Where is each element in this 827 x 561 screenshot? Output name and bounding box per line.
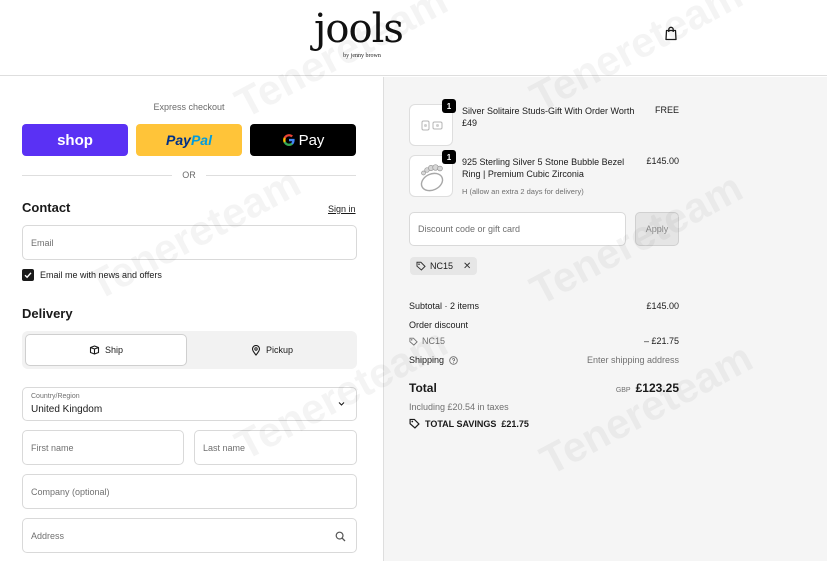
delivery-method-toggle: Ship Pickup <box>22 331 357 369</box>
item-name: Silver Solitaire Studs-Gift With Order W… <box>462 106 635 128</box>
newsletter-checkbox[interactable] <box>22 269 34 281</box>
taxes-note: Including £20.54 in taxes <box>409 402 509 412</box>
shipping-label: Shipping <box>409 355 445 365</box>
shipping-label-group: Shipping <box>409 355 458 365</box>
shipping-value: Enter shipping address <box>586 355 679 365</box>
discount-placeholder: Discount code or gift card <box>418 224 521 234</box>
or-divider: OR <box>22 169 356 181</box>
discount-detail-row: NC15 – £21.75 <box>409 336 679 346</box>
ship-label: Ship <box>104 345 123 355</box>
newsletter-option[interactable]: Email me with news and offers <box>22 269 162 281</box>
discount-code-input[interactable]: Discount code or gift card <box>409 212 626 246</box>
remove-discount-icon[interactable]: ✕ <box>463 261 471 272</box>
savings-row: TOTAL SAVINGS £21.75 <box>409 418 679 429</box>
company-placeholder: Company (optional) <box>31 486 110 497</box>
delivery-heading: Delivery <box>22 306 73 321</box>
subtotal-label: Subtotal · 2 items <box>409 301 480 311</box>
quantity-badge: 1 <box>442 99 456 113</box>
ship-option[interactable]: Ship <box>25 334 187 366</box>
taxes-row: Including £20.54 in taxes <box>409 402 679 412</box>
pickup-option[interactable]: Pickup <box>190 334 354 366</box>
item-name: 925 Sterling Silver 5 Stone Bubble Bezel… <box>462 157 625 179</box>
address-field[interactable]: Address <box>22 518 357 553</box>
google-pay-logo: Pay <box>282 131 325 149</box>
checkmark-icon <box>24 272 32 279</box>
savings-value: £21.75 <box>501 418 529 429</box>
item-variant: H (allow an extra 2 days for delivery) <box>462 187 584 196</box>
quantity-badge: 1 <box>442 150 456 164</box>
tag-icon <box>409 418 420 429</box>
tag-icon <box>409 337 418 346</box>
truck-icon <box>89 345 100 355</box>
newsletter-label: Email me with news and offers <box>40 270 162 280</box>
shipping-row: Shipping Enter shipping address <box>409 355 679 365</box>
express-checkout-label: Express checkout <box>153 102 225 112</box>
chevron-down-icon <box>338 402 345 406</box>
address-placeholder: Address <box>31 530 65 541</box>
tag-icon <box>416 261 426 271</box>
cart-button[interactable] <box>660 22 682 44</box>
order-summary: 1 Silver Solitaire Studs-Gift With Order… <box>383 77 827 561</box>
total-value: £123.25 <box>635 381 679 395</box>
total-savings: TOTAL SAVINGS £21.75 <box>409 418 529 429</box>
google-pay-label: Pay <box>298 131 325 149</box>
total-amount: GBP £123.25 <box>616 381 679 395</box>
total-row: Total GBP £123.25 <box>409 381 679 395</box>
country-label: Country/Region <box>31 393 80 400</box>
email-placeholder: Email <box>31 237 54 248</box>
pickup-label: Pickup <box>265 345 293 355</box>
first-name-placeholder: First name <box>31 442 74 453</box>
contact-heading: Contact <box>22 200 71 215</box>
company-field[interactable]: Company (optional) <box>22 474 357 509</box>
order-discount-label: Order discount <box>409 320 469 330</box>
last-name-field[interactable]: Last name <box>194 430 357 465</box>
shop-pay-label: shop <box>57 131 93 149</box>
shop-pay-button[interactable]: shop <box>22 124 128 156</box>
search-icon[interactable] <box>335 531 346 542</box>
google-pay-button[interactable]: Pay <box>250 124 356 156</box>
country-value: United Kingdom <box>31 404 103 415</box>
last-name-placeholder: Last name <box>203 442 246 453</box>
discount-value: – £21.75 <box>643 336 679 346</box>
discount-code-line: NC15 <box>409 336 445 346</box>
logo-wordmark: jools <box>314 6 404 52</box>
discount-code-text: NC15 <box>422 336 446 346</box>
applied-discount-chip: NC15 ✕ <box>410 257 478 275</box>
google-g-icon <box>282 134 295 146</box>
shopping-bag-icon <box>665 26 677 40</box>
paypal-logo: PayPal <box>166 132 212 148</box>
order-discount-row: Order discount <box>409 320 679 330</box>
savings-label: TOTAL SAVINGS <box>425 418 497 429</box>
help-circle-icon[interactable] <box>449 355 458 365</box>
country-select[interactable]: Country/Region United Kingdom <box>22 387 357 421</box>
site-header: jools by jenny brown <box>0 0 827 76</box>
subtotal-value: £145.00 <box>646 301 679 311</box>
subtotal-row: Subtotal · 2 items £145.00 <box>409 301 679 311</box>
item-price: FREE <box>654 105 679 115</box>
checkout-form: Express checkout shop PayPal Pay OR Cont… <box>0 77 383 561</box>
item-price: £145.00 <box>646 156 679 166</box>
email-field[interactable]: Email <box>22 225 357 260</box>
line-item: 1 Silver Solitaire Studs-Gift With Order… <box>409 99 679 146</box>
line-item: 1 925 Sterling Silver 5 Stone Bubble Bez… <box>409 150 679 197</box>
jools-logo[interactable]: jools by jenny brown <box>314 4 404 64</box>
paypal-button[interactable]: PayPal <box>136 124 242 156</box>
apply-button[interactable]: Apply <box>635 212 679 246</box>
or-label: OR <box>182 170 196 180</box>
total-currency: GBP <box>615 387 631 394</box>
sign-in-link[interactable]: Sign in <box>328 204 356 214</box>
location-pin-icon <box>251 344 261 356</box>
first-name-field[interactable]: First name <box>22 430 184 465</box>
total-label: Total <box>409 381 437 395</box>
applied-code: NC15 <box>430 261 454 271</box>
